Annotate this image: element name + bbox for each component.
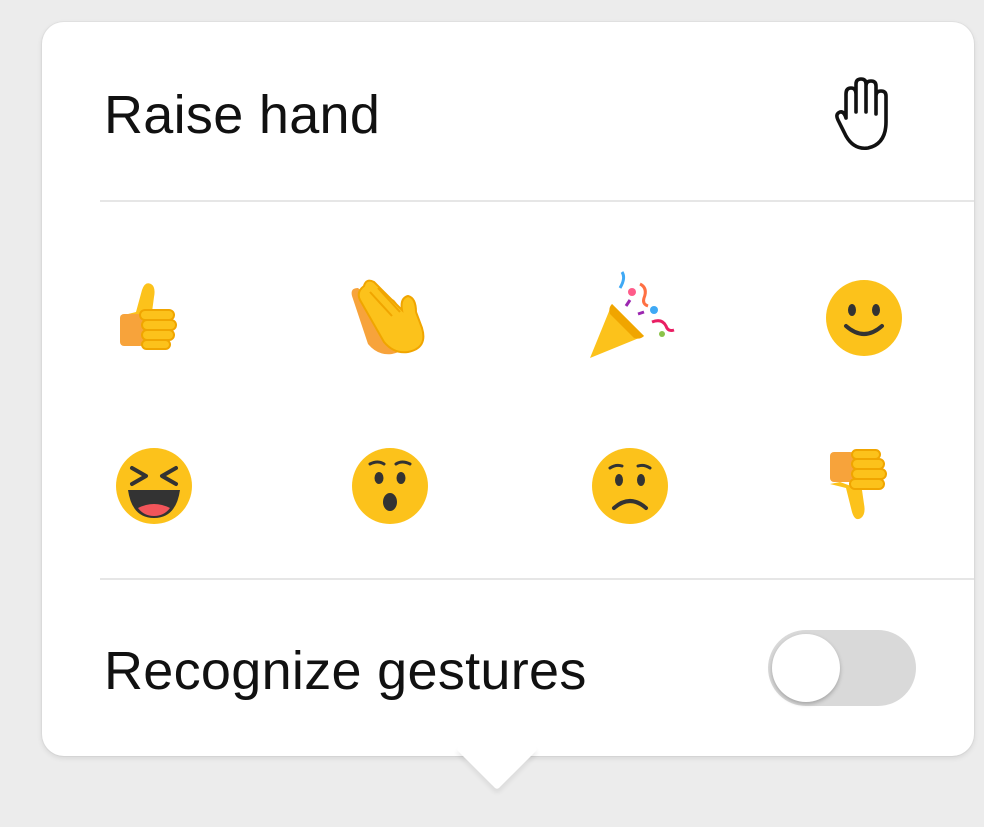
recognize-gestures-toggle[interactable]	[768, 630, 916, 706]
laugh-button[interactable]	[106, 438, 202, 534]
divider	[100, 578, 974, 580]
laughing-face-icon	[116, 448, 192, 524]
thumbs-down-button[interactable]	[816, 438, 912, 534]
clap-button[interactable]	[342, 270, 438, 366]
sad-face-icon	[592, 448, 668, 524]
raise-hand-icon[interactable]	[832, 74, 898, 154]
sad-button[interactable]	[582, 438, 678, 534]
smiling-face-icon	[826, 280, 902, 356]
party-button[interactable]	[582, 270, 678, 366]
surprised-face-icon	[352, 448, 428, 524]
clapping-hands-icon	[351, 279, 425, 355]
thumbs-up-button[interactable]	[106, 270, 202, 366]
toggle-knob	[772, 634, 840, 702]
recognize-gestures-label: Recognize gestures	[104, 641, 587, 701]
thumbs-up-icon	[120, 283, 177, 350]
reactions-popover: Raise hand Recognize gestures	[42, 22, 974, 756]
surprised-button[interactable]	[342, 438, 438, 534]
divider	[100, 200, 974, 202]
raise-hand-label: Raise hand	[104, 85, 381, 145]
thumbs-down-icon	[830, 449, 887, 520]
smile-button[interactable]	[816, 270, 912, 366]
party-popper-icon	[590, 271, 675, 358]
